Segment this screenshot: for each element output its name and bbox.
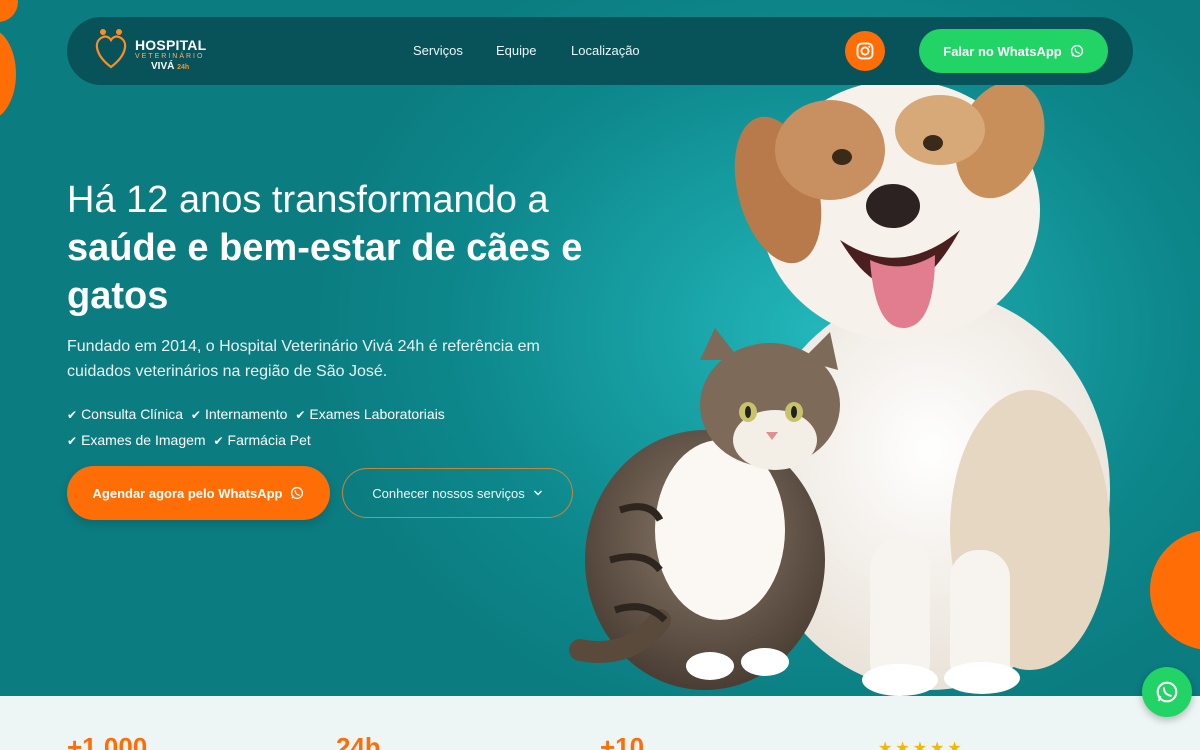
- feature-item: ✔ Consulta Clínica: [67, 406, 183, 422]
- nav-link-servicos[interactable]: Serviços: [413, 43, 463, 58]
- check-icon: ✔: [67, 434, 78, 448]
- feature-item: ✔ Exames Laboratoriais: [295, 406, 445, 422]
- logo-title: HOSPITAL: [135, 37, 207, 53]
- check-icon: ✔: [67, 408, 78, 422]
- nav-link-localizacao[interactable]: Localização: [571, 43, 640, 58]
- instagram-icon: [856, 42, 874, 60]
- nav-link-equipe[interactable]: Equipe: [496, 43, 536, 58]
- schedule-whatsapp-label: Agendar agora pelo WhatsApp: [92, 485, 283, 501]
- check-icon: ✔: [190, 408, 201, 422]
- instagram-button[interactable]: [845, 31, 885, 71]
- whatsapp-icon: [1070, 44, 1083, 58]
- decor-blob: [0, 28, 16, 120]
- stat-value: 24h: [336, 732, 381, 750]
- schedule-whatsapp-button[interactable]: Agendar agora pelo WhatsApp: [67, 466, 330, 520]
- check-icon: ✔: [213, 434, 224, 448]
- whatsapp-nav-label: Falar no WhatsApp: [943, 43, 1062, 59]
- feature-list: ✔ Consulta Clínica ✔ Internamento ✔ Exames …: [67, 402, 537, 454]
- chevron-down-icon: [533, 490, 542, 496]
- stat-value: +10: [600, 732, 645, 750]
- whatsapp-icon: [291, 486, 304, 500]
- hero-section: HOSPITAL VETERINÁRIO VIVÁ 24h Serviços E…: [0, 0, 1200, 696]
- feature-item: ✔ Internamento: [190, 406, 288, 422]
- logo[interactable]: HOSPITAL VETERINÁRIO VIVÁ 24h: [91, 27, 221, 75]
- hero-subtitle: Fundado em 2014, o Hospital Veterinário …: [67, 338, 540, 380]
- services-button[interactable]: Conhecer nossos serviços: [342, 468, 573, 518]
- decor-blob: [0, 0, 18, 22]
- stats-section: +1.000 24h +10 ★★★★★: [0, 696, 1200, 750]
- whatsapp-icon: [1156, 681, 1178, 703]
- feature-item: ✔ Exames de Imagem: [67, 432, 206, 448]
- hero-headline: Há 12 anos transformando a saúde e bem-e…: [67, 179, 583, 317]
- services-label: Conhecer nossos serviços: [372, 485, 525, 501]
- feature-item: ✔ Farmácia Pet: [213, 432, 311, 448]
- floating-whatsapp-button[interactable]: [1142, 667, 1192, 717]
- navbar: HOSPITAL VETERINÁRIO VIVÁ 24h Serviços E…: [67, 17, 1133, 85]
- check-icon: ✔: [295, 408, 306, 422]
- logo-subtitle: VETERINÁRIO: [135, 53, 205, 60]
- dog-and-cat-illustration: [569, 80, 1110, 696]
- whatsapp-nav-button[interactable]: Falar no WhatsApp: [919, 29, 1108, 73]
- stat-value: +1.000: [67, 732, 148, 750]
- logo-tagline: VIVÁ 24h: [151, 61, 190, 72]
- paw-heart-logo-icon: [95, 29, 127, 69]
- rating-stars: ★★★★★: [878, 740, 965, 750]
